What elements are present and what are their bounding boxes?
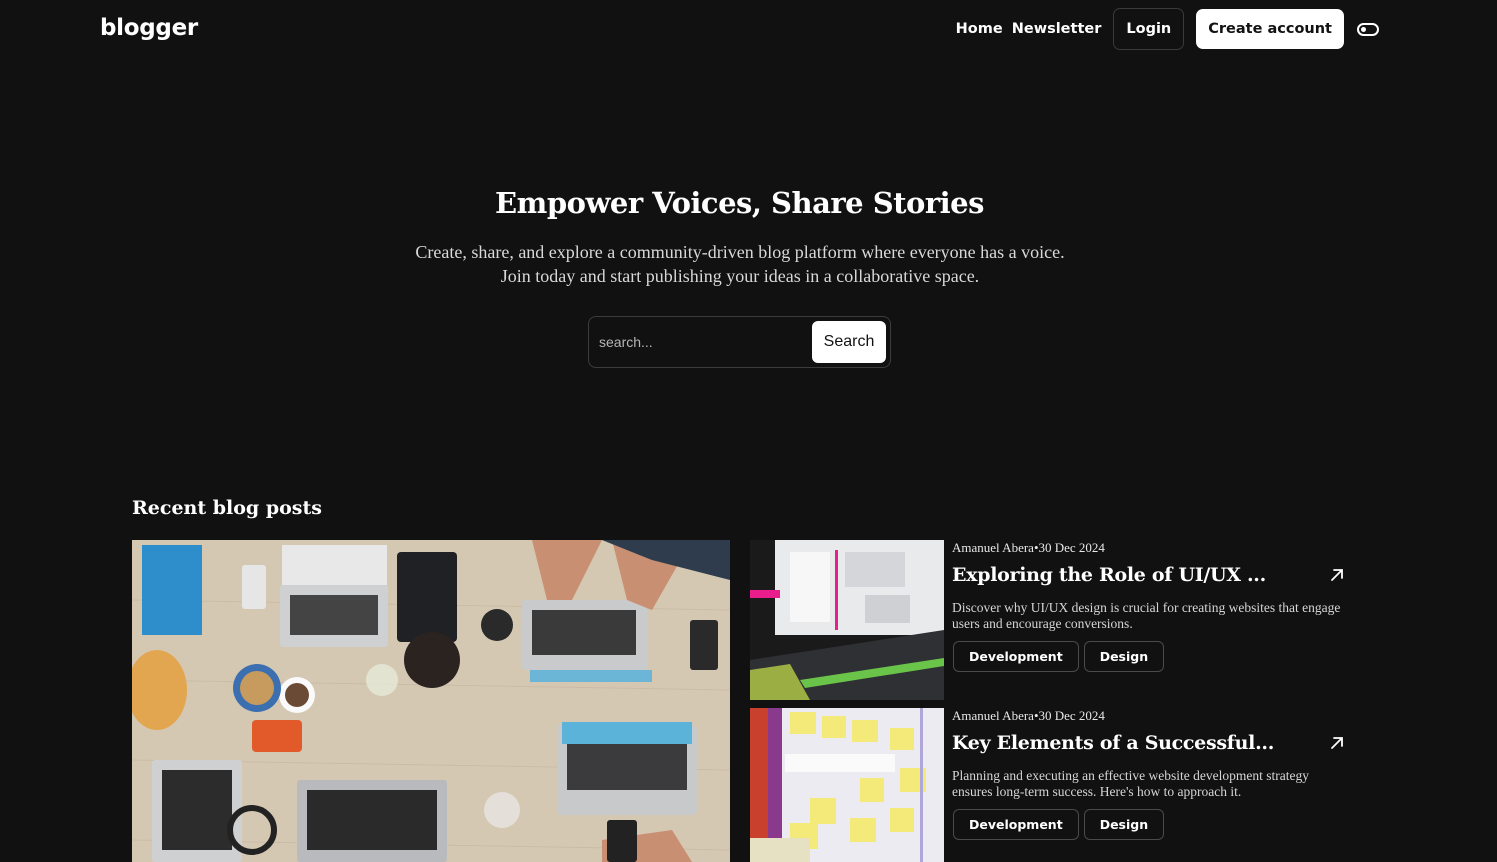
toggle-knob: [1361, 26, 1366, 32]
post-card[interactable]: Amanuel Abera•30 Dec 2024 Key Elements o…: [750, 708, 1350, 862]
tag-development[interactable]: Development: [953, 641, 1079, 672]
search-input[interactable]: [599, 327, 809, 357]
post-thumbnail[interactable]: [750, 540, 944, 700]
page: blogger Home Newsletter Login Create acc…: [0, 0, 1497, 862]
featured-post-image[interactable]: [132, 540, 730, 862]
post-thumbnail[interactable]: [750, 708, 944, 862]
nav-home-link[interactable]: Home: [956, 8, 1003, 50]
login-button[interactable]: Login: [1113, 8, 1185, 50]
tag-design[interactable]: Design: [1083, 809, 1165, 840]
search-bar: Search: [588, 316, 891, 368]
theme-toggle-icon[interactable]: [1357, 22, 1379, 36]
post-thumbnail-art: [750, 708, 944, 862]
post-thumbnail-art: [750, 540, 944, 700]
main-nav: Home Newsletter Login Create account: [956, 8, 1379, 50]
arrow-up-right-icon[interactable]: [1328, 734, 1346, 752]
site-header: blogger Home Newsletter Login Create acc…: [0, 0, 1497, 60]
tag-development[interactable]: Development: [953, 809, 1079, 840]
post-tags: Development Design: [953, 641, 1169, 672]
nav-newsletter-link[interactable]: Newsletter: [1012, 8, 1102, 50]
hero-subtitle: Create, share, and explore a community-d…: [415, 242, 1065, 286]
hero-title: Empower Voices, Share Stories: [495, 186, 984, 220]
post-meta: Amanuel Abera•30 Dec 2024: [952, 540, 1105, 555]
post-description: Planning and executing an effective webs…: [952, 768, 1310, 799]
post-title[interactable]: Exploring the Role of UI/UX ...: [952, 564, 1282, 586]
post-card[interactable]: Amanuel Abera•30 Dec 2024 Exploring the …: [750, 540, 1350, 700]
recent-posts-title: Recent blog posts: [132, 497, 322, 519]
search-button[interactable]: Search: [812, 321, 886, 363]
post-meta: Amanuel Abera•30 Dec 2024: [952, 708, 1105, 723]
post-tags: Development Design: [953, 809, 1169, 840]
featured-image-art: [132, 540, 730, 862]
tag-design[interactable]: Design: [1083, 641, 1165, 672]
post-title[interactable]: Key Elements of a Successful...: [952, 732, 1282, 754]
arrow-up-right-icon[interactable]: [1328, 566, 1346, 584]
post-description: Discover why UI/UX design is crucial for…: [952, 600, 1341, 631]
create-account-button[interactable]: Create account: [1196, 9, 1344, 49]
site-logo[interactable]: blogger: [100, 15, 198, 41]
